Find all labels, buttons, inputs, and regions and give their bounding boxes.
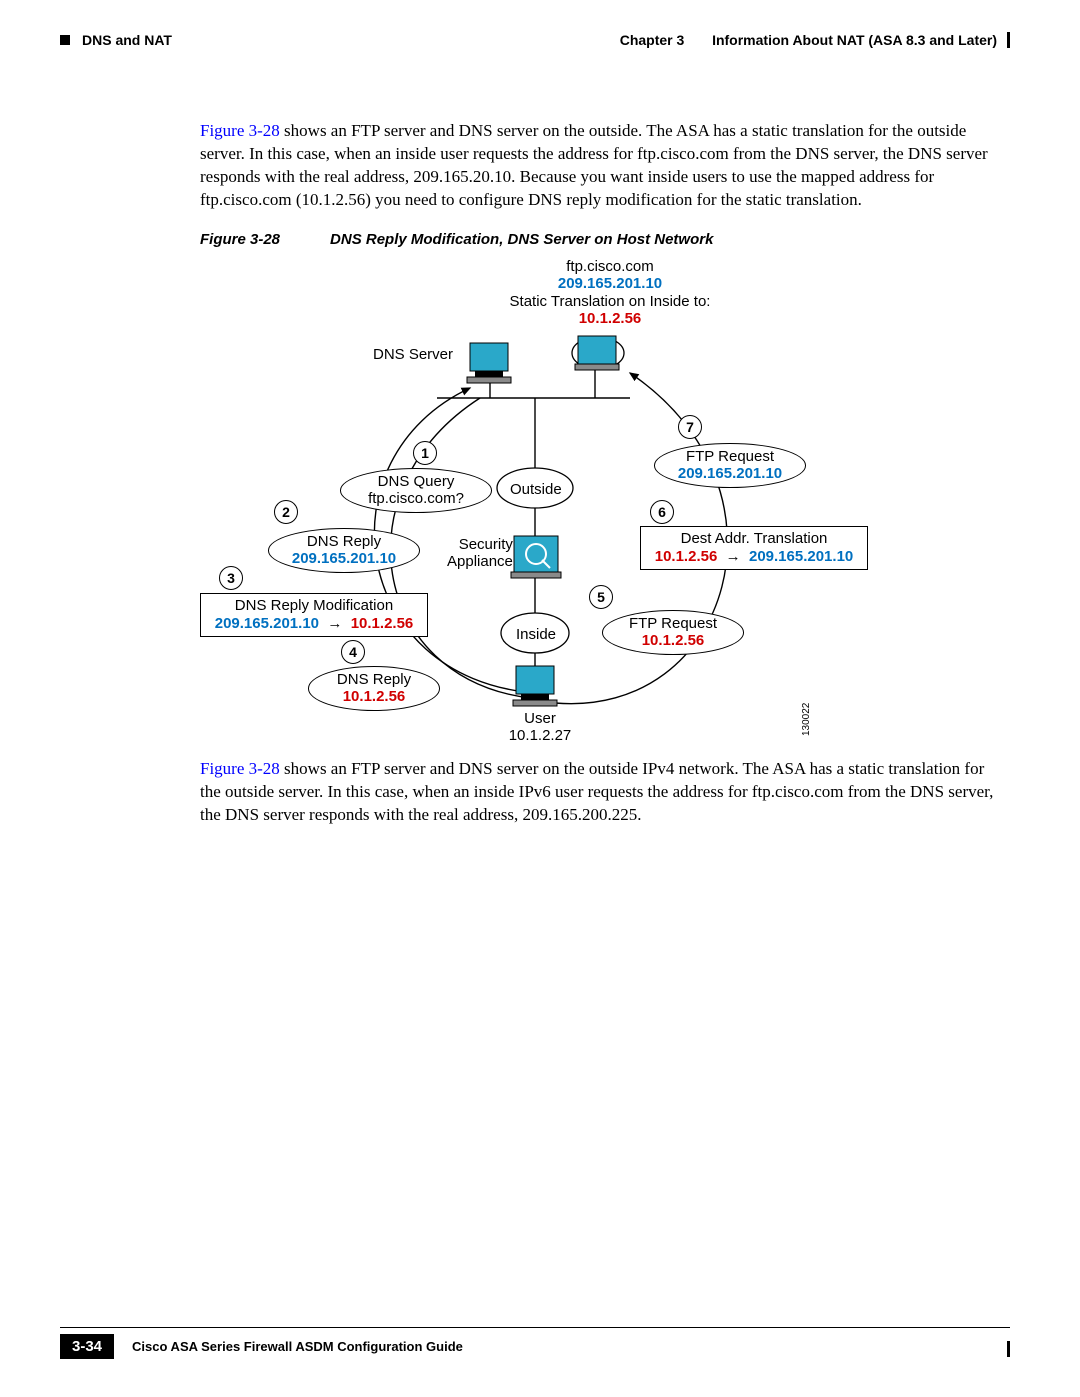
figure-caption: Figure 3-28 DNS Reply Modification, DNS S…	[200, 230, 1000, 250]
step-7-marker: 7	[678, 415, 702, 439]
step-1-bubble: DNS Query ftp.cisco.com?	[340, 468, 492, 513]
header-bullet-icon	[60, 35, 70, 45]
page-header: DNS and NAT Chapter 3 Information About …	[60, 32, 1010, 48]
step-4-bubble: DNS Reply 10.1.2.56	[308, 666, 440, 711]
step-3-marker: 3	[219, 566, 243, 590]
step-3-box: DNS Reply Modification 209.165.201.10 → …	[200, 593, 428, 637]
footer-bar-icon	[1007, 1341, 1010, 1357]
dns-server-label: DNS Server	[373, 346, 453, 363]
inside-label: Inside	[516, 626, 556, 643]
network-diagram: ftp.cisco.com 209.165.201.10 Static Tran…	[200, 258, 1000, 748]
user-label: User 10.1.2.27	[500, 710, 580, 745]
step-7-bubble: FTP Request 209.165.201.10	[654, 443, 806, 488]
paragraph-2: Figure 3-28 shows an FTP server and DNS …	[200, 758, 1000, 827]
step-5-marker: 5	[589, 585, 613, 609]
diagram-image-id: 130022	[800, 703, 814, 736]
step-2-marker: 2	[274, 500, 298, 524]
paragraph-1-text: shows an FTP server and DNS server on th…	[200, 121, 988, 209]
step-5-bubble: FTP Request 10.1.2.56	[602, 610, 744, 655]
step-2-bubble: DNS Reply 209.165.201.10	[268, 528, 420, 573]
step-6-marker: 6	[650, 500, 674, 524]
page-number: 3-34	[60, 1334, 114, 1359]
step-1-marker: 1	[413, 441, 437, 465]
figure-link[interactable]: Figure 3-28	[200, 121, 280, 140]
page-footer: 3-34 Cisco ASA Series Firewall ASDM Conf…	[60, 1327, 1010, 1359]
figure-title: DNS Reply Modification, DNS Server on Ho…	[330, 231, 713, 248]
ftp-host-label: ftp.cisco.com 209.165.201.10 Static Tran…	[500, 258, 720, 327]
step-6-box: Dest Addr. Translation 10.1.2.56 → 209.1…	[640, 526, 868, 570]
outside-label: Outside	[510, 481, 562, 498]
step-4-marker: 4	[341, 640, 365, 664]
guide-title: Cisco ASA Series Firewall ASDM Configura…	[132, 1339, 463, 1354]
figure-number: Figure 3-28	[200, 231, 280, 248]
header-section: DNS and NAT	[82, 32, 172, 48]
paragraph-2-text: shows an FTP server and DNS server on th…	[200, 759, 993, 824]
header-bar-icon	[1007, 32, 1010, 48]
figure-link[interactable]: Figure 3-28	[200, 759, 280, 778]
header-chapter: Chapter 3	[620, 32, 685, 48]
security-appliance-label: Security Appliance	[447, 536, 513, 571]
page-body: Figure 3-28 shows an FTP server and DNS …	[200, 120, 1000, 845]
paragraph-1: Figure 3-28 shows an FTP server and DNS …	[200, 120, 1000, 212]
header-title: Information About NAT (ASA 8.3 and Later…	[712, 32, 997, 48]
